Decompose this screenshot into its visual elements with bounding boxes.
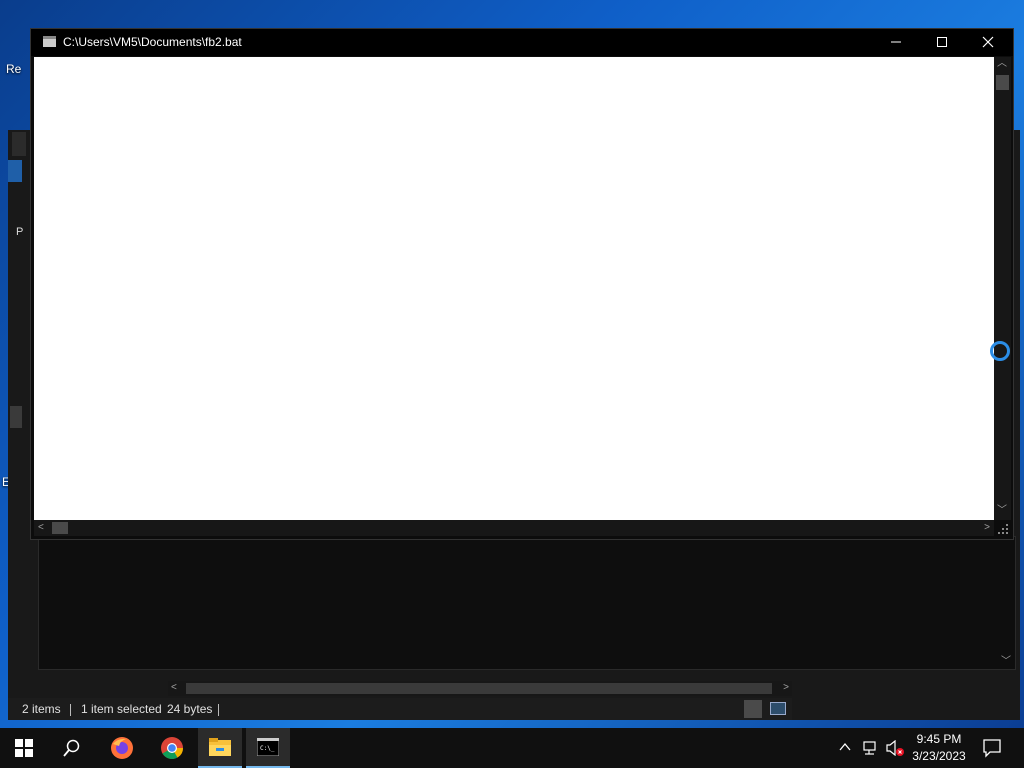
explorer-file-pane: ﹀ [38, 536, 1016, 670]
minimize-button[interactable] [873, 29, 919, 55]
console-horizontal-scrollbar[interactable]: < > [34, 520, 994, 536]
clock-time: 9:45 PM [916, 732, 962, 746]
busy-cursor-icon [990, 341, 1010, 361]
status-size: 24 bytes [167, 702, 213, 716]
volume-muted-icon[interactable] [885, 739, 905, 761]
console-hscroll-thumb[interactable] [52, 522, 68, 534]
close-button[interactable] [965, 29, 1011, 55]
chevron-left-icon[interactable]: < [171, 683, 177, 693]
explorer-nav-letter: P [16, 226, 24, 238]
show-hidden-icons-button[interactable] [838, 740, 852, 758]
chevron-down-icon[interactable]: ﹀ [997, 506, 1007, 516]
explorer-ribbon-fragment [8, 160, 22, 182]
explorer-status-bar: 2 items 1 item selected 24 bytes [8, 698, 792, 720]
explorer-nav-scroll[interactable] [10, 406, 22, 428]
console-title: C:\Users\VM5\Documents\fb2.bat [63, 35, 242, 49]
chevron-right-icon[interactable]: > [783, 683, 789, 693]
search-button[interactable] [48, 728, 96, 768]
taskbar-clock[interactable]: 9:45 PM 3/23/2023 [904, 731, 974, 765]
cmd-icon: C:\_ [257, 738, 279, 756]
clock-date: 3/23/2023 [912, 749, 966, 763]
maximize-icon [937, 37, 947, 47]
taskbar-file-explorer[interactable] [198, 728, 242, 768]
resize-grip-icon[interactable] [996, 522, 1010, 536]
console-vscroll-thumb[interactable] [996, 75, 1009, 90]
taskbar-firefox[interactable] [98, 728, 146, 768]
file-explorer-icon [209, 738, 231, 756]
status-divider [218, 704, 219, 716]
chrome-icon [161, 737, 183, 759]
minimize-icon [891, 41, 901, 43]
network-icon[interactable] [862, 740, 880, 761]
taskbar-chrome[interactable] [148, 728, 196, 768]
search-icon [63, 739, 80, 757]
taskbar-command-prompt[interactable]: C:\_ [246, 728, 290, 768]
close-icon [982, 36, 994, 48]
status-item-count: 2 items [22, 702, 61, 716]
details-view-icon[interactable] [744, 700, 762, 718]
action-center-button[interactable] [982, 738, 1002, 763]
chevron-right-icon[interactable]: > [984, 523, 990, 533]
firefox-icon [111, 737, 133, 759]
svg-text:C:\_: C:\_ [260, 745, 275, 752]
console-app-icon [43, 36, 56, 47]
chevron-down-icon[interactable]: ﹀ [1001, 657, 1011, 667]
chevron-left-icon[interactable]: < [38, 523, 44, 533]
maximize-button[interactable] [919, 29, 965, 55]
chevron-up-icon [839, 742, 851, 751]
start-button[interactable] [0, 728, 48, 768]
desktop-icon-label[interactable]: Re [6, 62, 21, 76]
chevron-up-icon[interactable]: ︿ [997, 59, 1007, 69]
status-divider [70, 704, 71, 716]
status-selected: 1 item selected [81, 702, 162, 716]
large-icons-view-icon[interactable] [770, 702, 786, 715]
console-output-area[interactable] [34, 57, 994, 520]
notification-icon [983, 739, 1001, 758]
explorer-title-fragment [12, 132, 26, 156]
console-vertical-scrollbar[interactable]: ︿ ﹀ [994, 57, 1011, 520]
explorer-scroll-thumb[interactable] [186, 683, 772, 694]
start-icon [15, 739, 33, 757]
console-title-bar[interactable]: C:\Users\VM5\Documents\fb2.bat [31, 29, 1013, 56]
